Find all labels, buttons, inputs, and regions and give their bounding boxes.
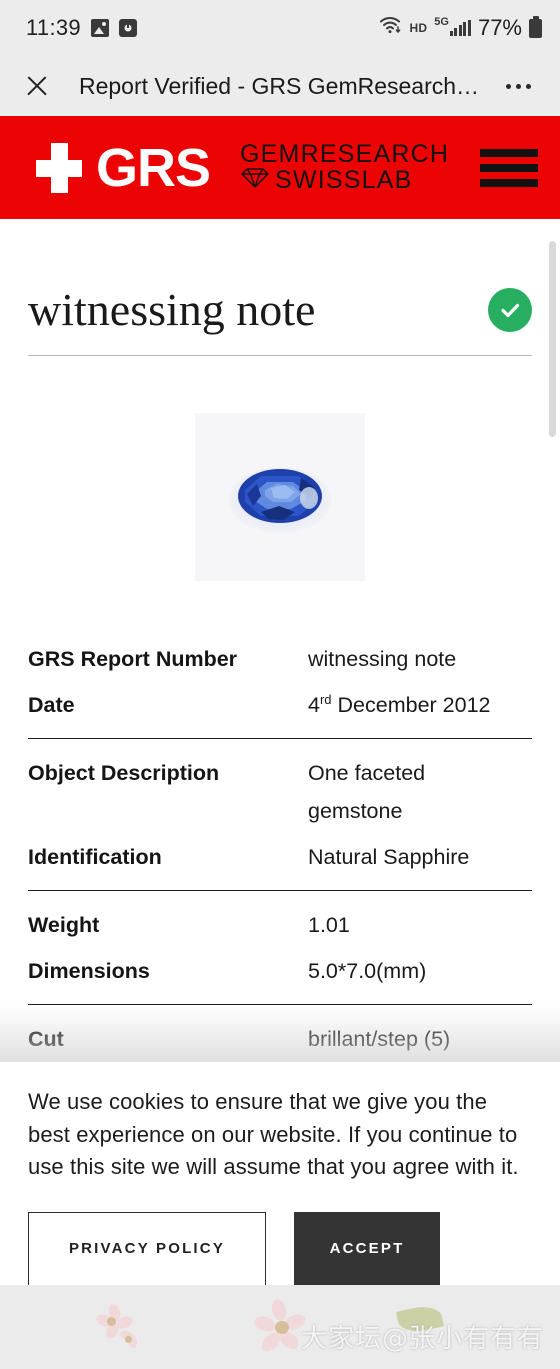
spec-group: Weight 1.01 Dimensions 5.0*7.0(mm) [28,903,532,994]
network-type-label: 5G [434,16,449,28]
spec-value: Natural Sapphire [308,844,470,869]
table-row: GRS Report Number witnessing note [28,637,532,683]
more-options-icon[interactable] [498,66,538,106]
spec-key: Identification [28,844,162,869]
diamond-icon [240,167,270,194]
page-title: Report Verified - GRS GemResearch… [78,72,480,99]
gemstone-image [195,413,365,581]
signal-bars-icon: 5G [434,16,471,36]
swiss-cross-icon [36,142,82,193]
forum-watermark: 大家坛@张小有有有 [300,1324,544,1354]
row-divider [28,738,532,740]
spec-key: Weight [28,913,100,938]
date-ordinal: rd [319,691,332,707]
android-status-bar: 11:39 HD 5G 77% [0,0,560,56]
browser-toolbar: Report Verified - GRS GemResearch… [0,56,560,116]
spec-group: GRS Report Number witnessing note Date 4… [28,637,532,728]
wifi-icon [379,15,403,41]
title-divider [28,355,532,356]
flower-decoration [92,1302,152,1355]
brand-tagline-line2-row: SWISSLAB [240,165,449,194]
cookie-message: We use cookies to ensure that we give yo… [28,1089,519,1180]
spec-value: brillant/step (5) [308,1027,451,1052]
privacy-policy-button[interactable]: PRIVACY POLICY [28,1211,266,1286]
battery-percent-label: 77% [477,15,522,40]
cookie-consent-banner: We use cookies to ensure that we give yo… [0,1062,560,1286]
brand-name: GRS [96,137,211,198]
status-bar-right: HD 5G 77% [379,15,542,41]
accept-cookies-button[interactable]: ACCEPT [294,1211,440,1286]
hd-label: HD [409,21,428,35]
report-document: witnessing note GRS Report Number witnes… [0,219,560,1075]
alarm-clock-icon [118,19,137,37]
battery-icon [529,15,542,38]
check-circle-icon [488,288,532,332]
row-divider [28,890,532,892]
spec-key: Object Description [28,761,220,786]
date-rest: December 2012 [331,692,491,717]
status-bar-clock: 11:39 [26,15,81,40]
specification-table: GRS Report Number witnessing note Date 4… [28,637,532,1063]
table-row: Weight 1.01 [28,903,532,949]
brand-tagline-line1: GEMRESEARCH [240,140,450,168]
row-divider [28,1004,532,1006]
spec-value: 4rd December 2012 [308,687,532,725]
close-icon[interactable] [14,63,60,109]
hamburger-menu-icon[interactable] [480,142,538,194]
spec-key: Date [28,692,75,717]
grs-logo[interactable]: GRS GEMRESEARCH SWISSLAB [36,141,449,195]
status-bar-left: 11:39 [26,15,137,41]
table-row: Identification Natural Sapphire [28,835,532,881]
brand-tagline: GEMRESEARCH SWISSLAB [240,140,450,194]
cookie-actions: PRIVACY POLICY ACCEPT [28,1211,532,1286]
spec-group: Cut brillant/step (5) [28,1017,532,1063]
gallery-icon [90,19,109,37]
spec-value: 5.0*7.0(mm) [308,958,427,983]
spec-key: Dimensions [28,958,150,983]
table-row: Object Description One faceted gemstone [28,751,532,834]
spec-key: GRS Report Number [28,647,238,671]
document-title: witnessing note [28,284,316,335]
spec-value: witnessing note [308,647,457,671]
date-day: 4 [308,692,320,717]
spec-value: One faceted gemstone [308,761,426,823]
table-row: Cut brillant/step (5) [28,1017,532,1063]
table-row: Date 4rd December 2012 [28,683,532,729]
spec-group: Object Description One faceted gemstone … [28,751,532,880]
document-title-row: witnessing note [28,219,532,355]
site-header: GRS GEMRESEARCH SWISSLAB [0,116,560,219]
table-row: Dimensions 5.0*7.0(mm) [28,949,532,995]
scrollbar-thumb[interactable] [549,241,556,437]
signal-bars [449,20,471,36]
spec-value: 1.01 [308,913,350,938]
page-scrollbar[interactable] [549,219,558,1075]
footer-watermark-strip: 大家坛@张小有有有 [0,1285,560,1369]
spec-key: Cut [28,1027,64,1052]
brand-tagline-line2: SWISSLAB [275,165,413,194]
